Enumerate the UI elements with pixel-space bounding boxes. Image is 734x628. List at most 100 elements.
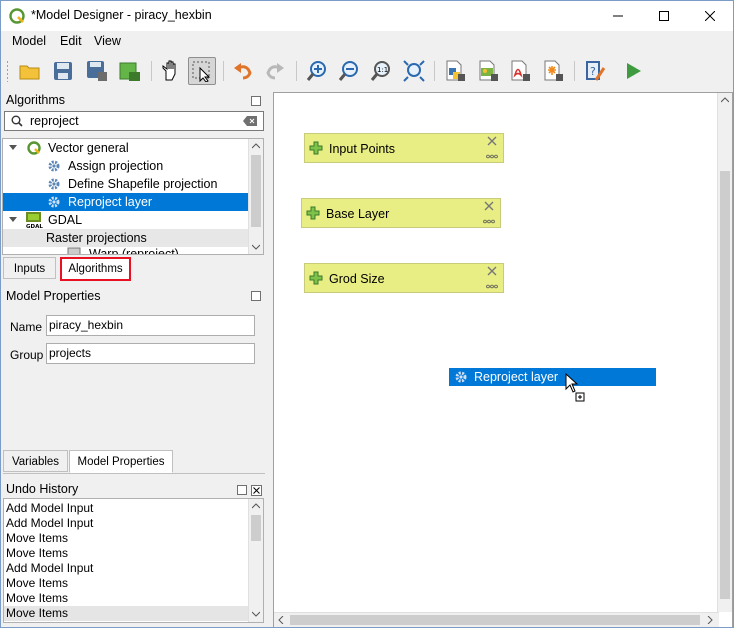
pan-button[interactable] — [157, 57, 185, 85]
save-in-project-button[interactable] — [116, 57, 144, 85]
undo-item[interactable]: Move Items — [4, 591, 249, 606]
input-node-base-layer[interactable]: Base Layer — [301, 198, 501, 228]
edit-node-icon[interactable] — [486, 154, 498, 159]
zoom-full-button[interactable] — [400, 57, 428, 85]
close-icon — [705, 11, 715, 21]
minimize-icon — [613, 15, 623, 17]
input-node-input-points[interactable]: Input Points — [304, 133, 504, 163]
model-properties-title: Model Properties — [6, 289, 101, 303]
save-model-button[interactable] — [49, 57, 77, 85]
redo-button[interactable] — [261, 57, 289, 85]
search-icon — [11, 115, 23, 127]
tree-item-define-shapefile-projection[interactable]: Define Shapefile projection — [3, 175, 248, 193]
canvas-vscroll-thumb[interactable] — [720, 171, 730, 599]
menu-model[interactable]: Model — [12, 34, 46, 48]
gear-icon — [48, 160, 60, 172]
zoom-out-button[interactable] — [335, 57, 363, 85]
open-model-button[interactable] — [16, 57, 44, 85]
remove-node-icon[interactable] — [487, 136, 497, 146]
input-node-grod-size[interactable]: Grod Size — [304, 263, 504, 293]
scroll-up-icon[interactable] — [252, 143, 260, 149]
expand-arrow-icon[interactable] — [9, 216, 17, 224]
node-label: Base Layer — [326, 207, 390, 221]
tab-model-properties[interactable]: Model Properties — [69, 450, 173, 473]
tree-item-warp-reproject[interactable]: Warp (reproject) — [3, 245, 248, 255]
undo-item[interactable]: Move Items — [4, 531, 249, 546]
tree-label: Vector general — [48, 141, 129, 155]
export-image-button[interactable] — [474, 57, 502, 85]
scroll-left-icon[interactable] — [278, 616, 284, 624]
menu-view[interactable]: View — [94, 34, 121, 48]
group-label: Group — [10, 348, 44, 362]
export-python-button[interactable] — [441, 57, 469, 85]
scroll-down-icon[interactable] — [252, 244, 260, 250]
scroll-right-icon[interactable] — [707, 616, 713, 624]
export-svg-button[interactable] — [539, 57, 567, 85]
tab-inputs[interactable]: Inputs — [3, 257, 56, 279]
undo-item[interactable]: Add Model Input — [4, 516, 249, 531]
tree-item-vector-general[interactable]: Vector general — [3, 139, 248, 157]
undo-history-float-button[interactable] — [237, 485, 247, 495]
zoom-actual-button[interactable]: 1:1 — [367, 57, 395, 85]
tree-label: Reproject layer — [68, 195, 153, 209]
undo-item[interactable]: Add Model Input — [4, 561, 249, 576]
remove-node-icon[interactable] — [484, 201, 494, 211]
run-model-button[interactable] — [619, 57, 647, 85]
algorithms-float-button[interactable] — [251, 96, 261, 106]
title-bar: *Model Designer - piracy_hexbin — [1, 1, 733, 31]
scroll-down-icon[interactable] — [252, 611, 260, 617]
select-icon — [192, 61, 211, 82]
undo-item[interactable]: Move Items — [4, 546, 249, 561]
tree-label: Assign projection — [68, 159, 164, 173]
model-name-field[interactable]: piracy_hexbin — [46, 315, 255, 336]
undo-button[interactable] — [229, 57, 257, 85]
edit-node-icon[interactable] — [486, 284, 498, 289]
tree-item-gdal[interactable]: GDAL GDAL — [3, 211, 248, 229]
expand-arrow-icon[interactable] — [9, 144, 17, 152]
algorithm-search-box[interactable]: reproject — [4, 111, 264, 131]
menu-edit[interactable]: Edit — [60, 34, 82, 48]
model-properties-float-button[interactable] — [251, 291, 261, 301]
scroll-up-icon[interactable] — [252, 503, 260, 509]
undo-scroll-thumb[interactable] — [251, 515, 261, 541]
model-group-field[interactable]: projects — [46, 343, 255, 364]
gear-icon — [48, 196, 60, 208]
scroll-up-icon[interactable] — [721, 97, 729, 103]
maximize-button[interactable] — [641, 1, 687, 31]
remove-node-icon[interactable] — [487, 266, 497, 276]
save-as-button[interactable] — [83, 57, 111, 85]
edit-node-icon[interactable] — [483, 219, 495, 224]
select-button[interactable] — [188, 57, 216, 85]
redo-icon — [266, 63, 284, 80]
dragged-algorithm[interactable]: Reproject layer — [449, 368, 656, 386]
warp-icon — [67, 247, 81, 254]
undo-item[interactable]: Move Items — [4, 576, 249, 591]
canvas-vertical-scrollbar[interactable] — [717, 93, 732, 612]
undo-item[interactable]: Move Items — [4, 606, 249, 621]
algorithm-tree: Vector general Assign projection Define … — [2, 138, 264, 255]
undo-history-close-icon[interactable] — [251, 485, 262, 496]
tree-item-assign-projection[interactable]: Assign projection — [3, 157, 248, 175]
undo-item[interactable]: Add Model Input — [4, 501, 249, 516]
tree-scroll-thumb[interactable] — [251, 155, 261, 227]
tab-algorithms[interactable]: Algorithms — [60, 257, 131, 281]
export-pdf-button[interactable] — [506, 57, 534, 85]
tab-variables[interactable]: Variables — [3, 450, 68, 472]
tree-scrollbar[interactable] — [248, 139, 263, 254]
undo-scrollbar[interactable] — [248, 499, 263, 622]
svg-text:?: ? — [590, 65, 596, 78]
tree-item-reproject-layer[interactable]: Reproject layer — [3, 193, 248, 211]
model-canvas[interactable]: Input Points Base Layer Grod Size Reproj… — [273, 92, 733, 627]
edit-help-button[interactable]: ? — [581, 57, 609, 85]
tree-label: Warp (reproject) — [89, 247, 179, 255]
close-button[interactable] — [687, 1, 733, 31]
canvas-hscroll-thumb[interactable] — [290, 615, 700, 625]
minimize-button[interactable] — [595, 1, 641, 31]
save-as-icon — [87, 61, 107, 81]
canvas-horizontal-scrollbar[interactable] — [274, 612, 719, 627]
zoom-full-icon — [403, 60, 425, 82]
algorithm-search-input[interactable]: reproject — [30, 114, 79, 128]
clear-search-icon[interactable] — [243, 116, 257, 126]
zoom-in-button[interactable] — [303, 57, 331, 85]
toolbar-grip[interactable] — [6, 60, 9, 82]
